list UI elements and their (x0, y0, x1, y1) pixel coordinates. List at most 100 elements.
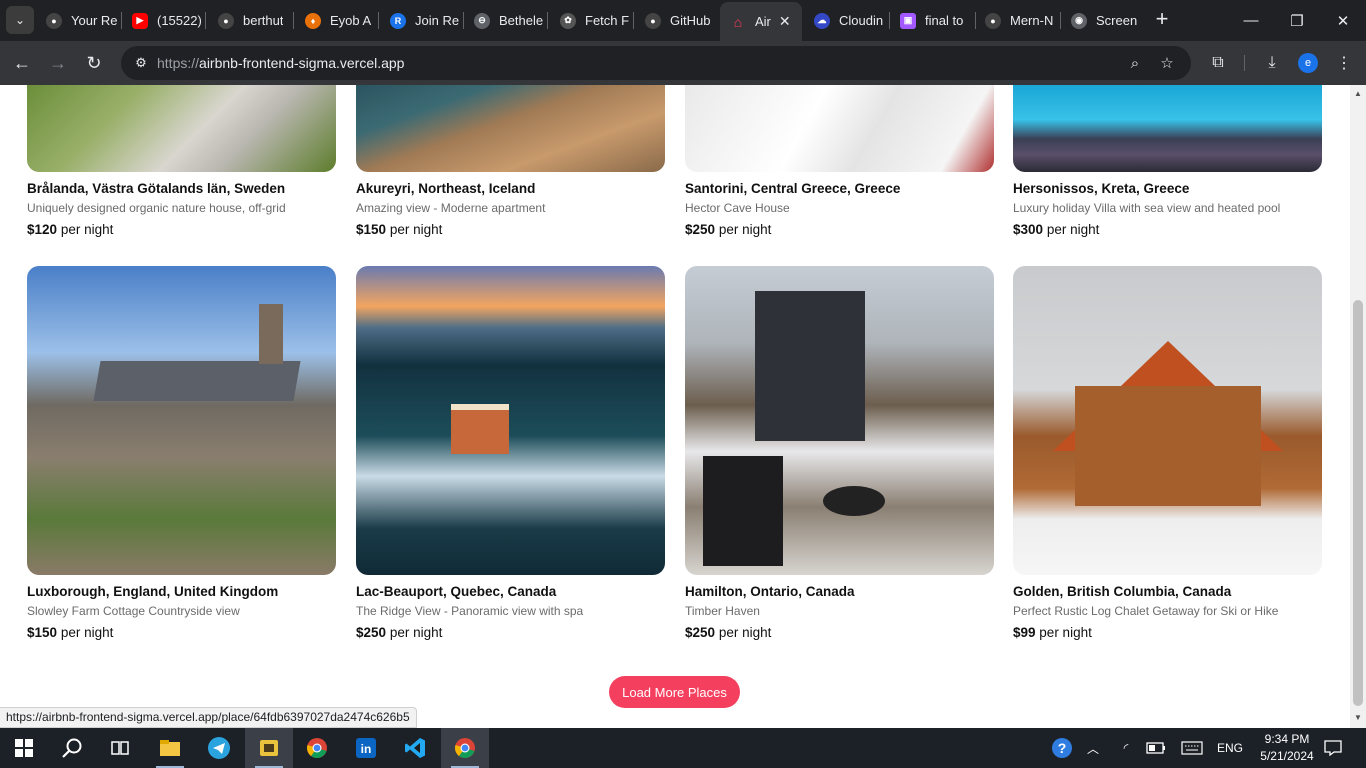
price-value: $250 (685, 625, 716, 640)
join-icon: R (390, 12, 406, 29)
tab-3[interactable]: ● berthut (218, 0, 294, 41)
eyob-icon: ♦ (305, 12, 321, 29)
airbnb-icon: ⌂ (733, 13, 743, 30)
notification-button[interactable] (1320, 728, 1346, 768)
wifi-tray[interactable]: ◜ (1114, 728, 1138, 768)
tab-5[interactable]: R Join Re (390, 0, 464, 41)
notification-icon (1324, 740, 1342, 756)
wifi-icon: ◜ (1123, 741, 1129, 755)
chevron-up-icon: ︿ (1086, 741, 1099, 756)
listing-card[interactable]: Golden, British Columbia, Canada Perfect… (1013, 266, 1322, 640)
tab-8[interactable]: ● GitHub (645, 0, 717, 41)
tab-2[interactable]: ▶ (15522) (132, 0, 206, 41)
tab-1[interactable]: ● Your Re (46, 0, 122, 41)
profile-avatar[interactable]: e (1298, 53, 1318, 73)
listing-card[interactable]: Luxborough, England, United Kingdom Slow… (27, 266, 336, 640)
zoom-icon[interactable]: ⌕ (1124, 52, 1146, 74)
language-indicator[interactable]: ENG (1212, 728, 1248, 768)
listing-photo[interactable] (685, 85, 994, 172)
help-icon: ? (1052, 738, 1072, 758)
listing-title: Brålanda, Västra Götalands län, Sweden (27, 181, 286, 196)
tab-4[interactable]: ♦ Eyob A (305, 0, 379, 41)
system-clock[interactable]: 9:34 PM 5/21/2024 (1252, 731, 1322, 765)
back-button[interactable]: ← (8, 49, 36, 77)
tab-10[interactable]: ☁ Cloudin (814, 0, 890, 41)
tab-12[interactable]: ● Mern-N (985, 0, 1061, 41)
start-button[interactable] (0, 728, 48, 768)
windows-logo-icon (15, 739, 33, 757)
reload-button[interactable]: ↻ (80, 49, 108, 77)
forward-button[interactable]: → (44, 49, 72, 77)
price-value: $250 (685, 222, 716, 237)
listing-photo[interactable] (356, 85, 665, 172)
search-icon (62, 738, 82, 758)
github-icon: ● (46, 12, 62, 29)
listing-card[interactable]: Santorini, Central Greece, Greece Hector… (685, 85, 994, 237)
taskbar-telegram[interactable] (195, 728, 243, 768)
scroll-down-icon[interactable]: ▼ (1353, 713, 1363, 722)
listing-price: $300 per night (1013, 222, 1322, 237)
tab-13[interactable]: ◉ Screen (1071, 0, 1137, 41)
listing-card[interactable]: Lac-Beauport, Quebec, Canada The Ridge V… (356, 266, 665, 640)
listing-photo[interactable] (27, 85, 336, 172)
taskbar-file-explorer[interactable] (146, 728, 194, 768)
url-host: airbnb-frontend-sigma.vercel.app (199, 55, 405, 71)
tab-label: Eyob A (330, 13, 372, 28)
listing-photo[interactable] (1013, 266, 1322, 575)
restore-button[interactable]: ❐ (1274, 0, 1320, 41)
url-text[interactable]: https://airbnb-frontend-sigma.vercel.app (157, 55, 404, 71)
listing-photo[interactable] (1013, 85, 1322, 172)
scroll-up-icon[interactable]: ▲ (1353, 89, 1363, 98)
help-tray-icon[interactable]: ? (1048, 728, 1076, 768)
close-tab-icon[interactable]: ✕ (779, 13, 791, 30)
link-status-bubble: https://airbnb-frontend-sigma.vercel.app… (0, 707, 417, 728)
new-tab-button[interactable]: + (1150, 8, 1174, 32)
minimize-button[interactable]: — (1228, 0, 1274, 41)
load-more-button[interactable]: Load More Places (609, 676, 740, 708)
taskbar-app-yellow[interactable] (245, 728, 293, 768)
taskbar-linkedin[interactable]: in (342, 728, 390, 768)
browser-tab-strip: ⌄ ● Your Re ▶ (15522) ● berthut ♦ Eyob A… (0, 0, 1366, 41)
listing-card[interactable]: Hersonissos, Kreta, Greece Luxury holida… (1013, 85, 1322, 237)
close-window-button[interactable]: ✕ (1320, 0, 1366, 41)
listing-title: Hersonissos, Kreta, Greece (1013, 181, 1190, 196)
taskbar-chrome-active[interactable] (441, 728, 489, 768)
price-value: $150 (356, 222, 387, 237)
keyboard-icon (1181, 741, 1203, 755)
tab-6[interactable]: ⊖ Bethele (474, 0, 548, 41)
tab-label: GitHub (670, 13, 711, 28)
listing-photo[interactable] (27, 266, 336, 575)
tab-11[interactable]: ▣ final to (900, 0, 976, 41)
page-scrollbar[interactable]: ▲ ▼ (1350, 85, 1366, 728)
keyboard-tray[interactable] (1178, 728, 1206, 768)
battery-tray[interactable] (1144, 728, 1168, 768)
tab-search-button[interactable]: ⌄ (6, 6, 34, 34)
extensions-icon[interactable]: ⧉ (1206, 51, 1230, 75)
address-bar[interactable]: ⚙ https://airbnb-frontend-sigma.vercel.a… (121, 46, 1191, 80)
tab-label: Fetch F (585, 13, 630, 28)
listing-photo[interactable] (356, 266, 665, 575)
site-info-icon[interactable]: ⚙ (131, 53, 151, 73)
tab-7[interactable]: ✿ Fetch F (560, 0, 634, 41)
price-unit: per night (1039, 625, 1092, 640)
listing-card[interactable]: Hamilton, Ontario, Canada Timber Haven $… (685, 266, 994, 640)
show-hidden-icons[interactable]: ︿ (1082, 728, 1104, 768)
menu-kebab-icon[interactable]: ⋮ (1332, 51, 1356, 75)
listing-title: Lac-Beauport, Quebec, Canada (356, 584, 557, 599)
tab-label: (15522) (157, 13, 202, 28)
listing-card[interactable]: Brålanda, Västra Götalands län, Sweden U… (27, 85, 336, 237)
listing-photo[interactable] (685, 266, 994, 575)
listing-price: $150 per night (27, 625, 336, 640)
search-button[interactable] (48, 728, 96, 768)
tab-active-airbnb[interactable]: ⌂ Air ✕ (720, 2, 802, 41)
taskbar-chrome[interactable] (293, 728, 341, 768)
listing-card[interactable]: Akureyri, Northeast, Iceland Amazing vie… (356, 85, 665, 237)
taskbar-vscode[interactable] (391, 728, 439, 768)
plus-icon: + (1155, 6, 1169, 31)
listing-description: Slowley Farm Cottage Countryside view (27, 604, 240, 618)
listing-title: Golden, British Columbia, Canada (1013, 584, 1232, 599)
task-view-button[interactable] (96, 728, 144, 768)
scroll-thumb[interactable] (1353, 300, 1363, 706)
bookmark-star-icon[interactable]: ☆ (1156, 52, 1178, 74)
download-icon[interactable]: ⤓ (1260, 51, 1284, 75)
